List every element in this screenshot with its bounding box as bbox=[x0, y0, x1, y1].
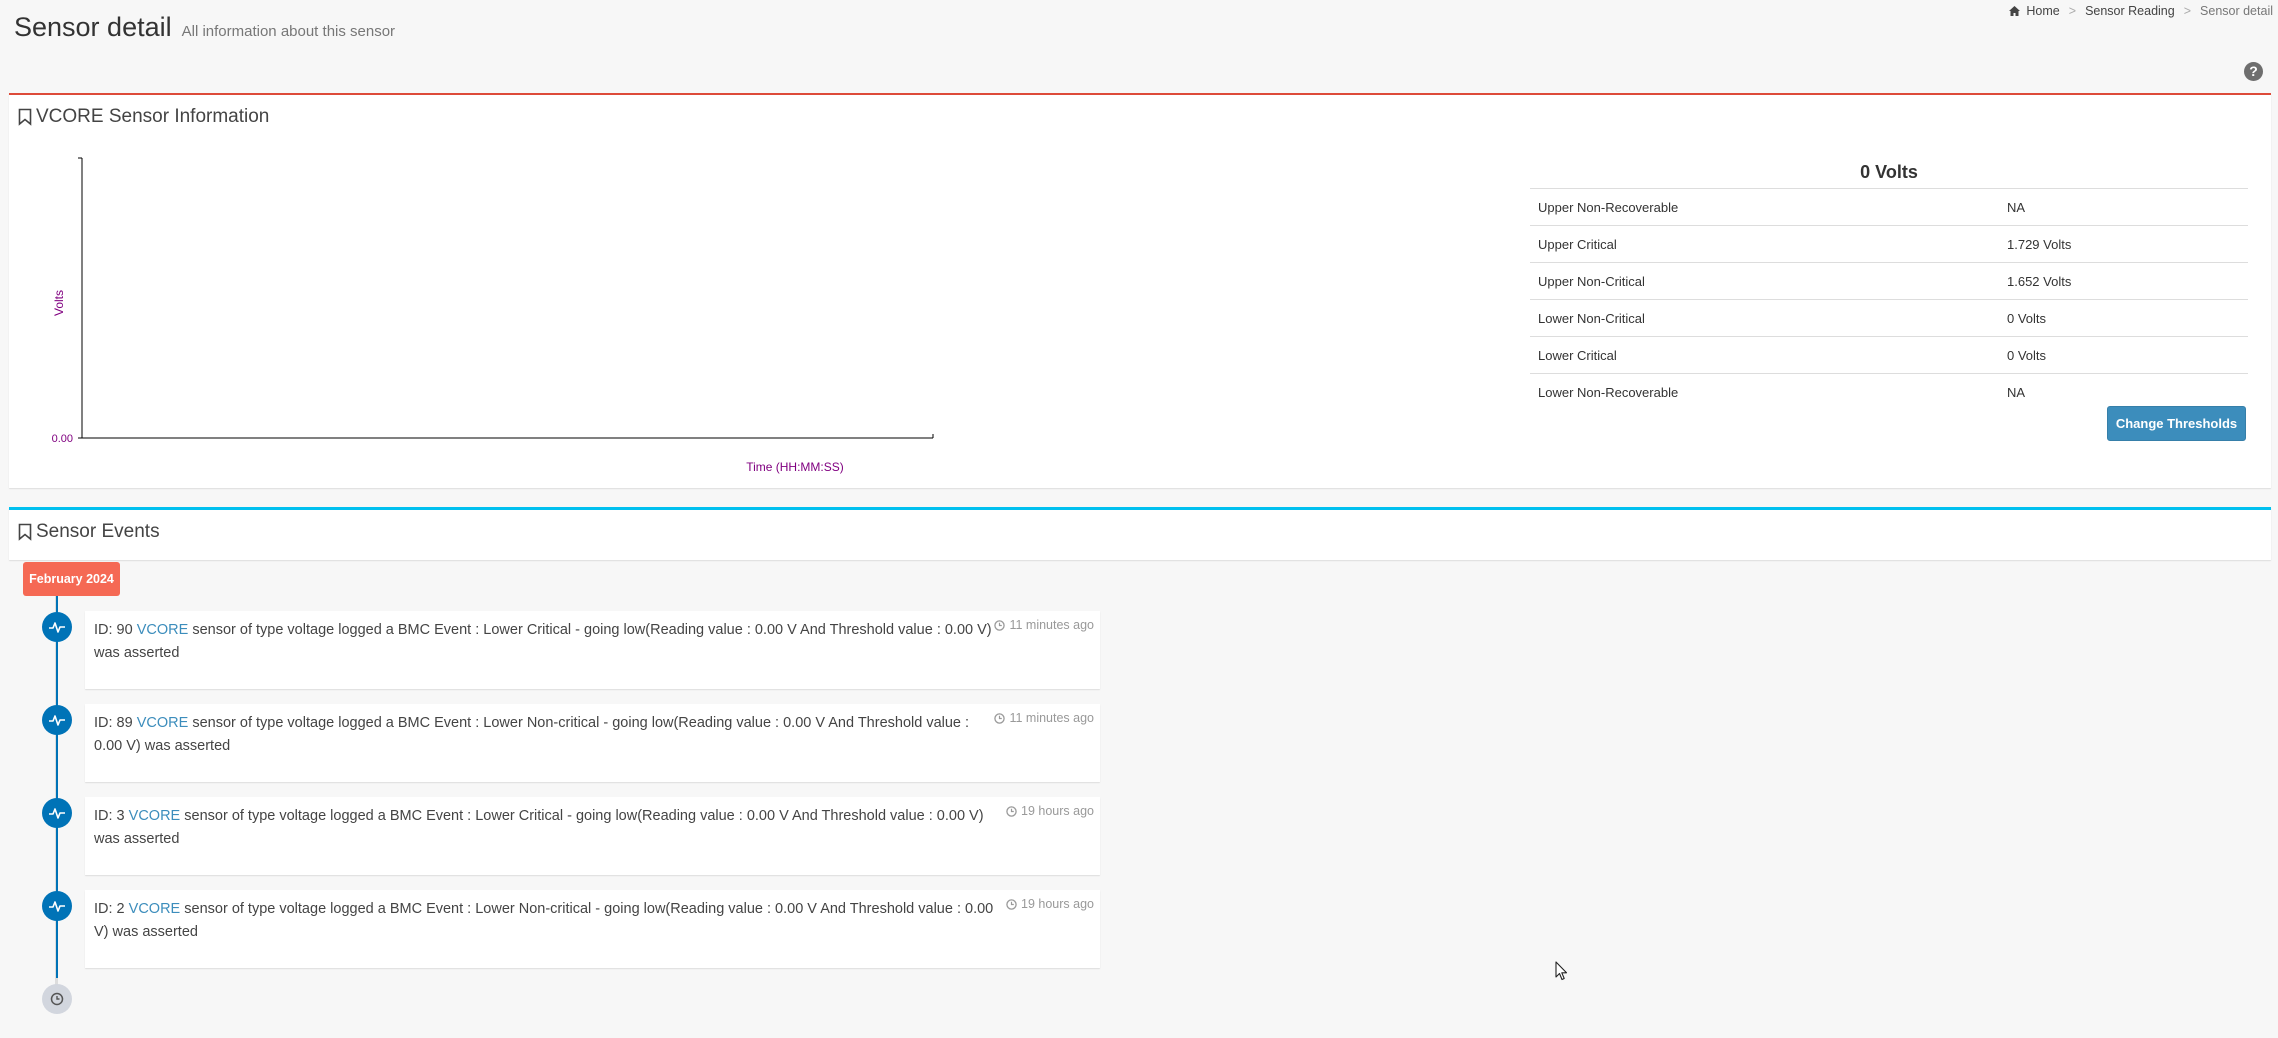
heartbeat-icon bbox=[42, 705, 72, 735]
threshold-row: Upper Non-Recoverable NA bbox=[1530, 189, 2248, 226]
timeline-event: ID: 2 VCORE sensor of type voltage logge… bbox=[85, 890, 1100, 968]
sensor-info-title: VCORE Sensor Information bbox=[36, 106, 270, 127]
breadcrumb-separator: > bbox=[2068, 4, 2077, 18]
threshold-value: 1.652 Volts bbox=[2007, 274, 2072, 289]
x-axis-label: Time (HH:MM:SS) bbox=[746, 460, 844, 474]
clock-icon bbox=[994, 619, 1006, 631]
event-message: ID: 2 VCORE sensor of type voltage logge… bbox=[94, 898, 999, 944]
timeline-end-clock-icon bbox=[42, 984, 72, 1014]
timeline-event: ID: 3 VCORE sensor of type voltage logge… bbox=[85, 797, 1100, 875]
event-id: ID: 2 bbox=[94, 901, 125, 917]
threshold-row: Lower Non-Critical 0 Volts bbox=[1530, 300, 2248, 337]
sensor-events-header: Sensor Events bbox=[18, 521, 160, 543]
change-thresholds-button[interactable]: Change Thresholds bbox=[2107, 406, 2246, 441]
event-id: ID: 3 bbox=[94, 808, 125, 824]
threshold-name: Lower Non-Recoverable bbox=[1538, 385, 1679, 400]
clock-icon bbox=[1006, 898, 1017, 910]
event-time-text: 19 hours ago bbox=[1021, 897, 1094, 911]
event-text: sensor of type voltage logged a BMC Even… bbox=[94, 808, 984, 847]
mouse-cursor-icon bbox=[1555, 961, 1568, 981]
help-icon[interactable]: ? bbox=[2244, 62, 2263, 81]
event-time: 11 minutes ago bbox=[994, 711, 1094, 725]
threshold-table: 0 Volts Upper Non-Recoverable NA Upper C… bbox=[1530, 154, 2248, 411]
timeline-event: ID: 90 VCORE sensor of type voltage logg… bbox=[85, 611, 1100, 689]
event-time-text: 19 hours ago bbox=[1021, 804, 1094, 818]
breadcrumb-sensor-reading[interactable]: Sensor Reading bbox=[2085, 4, 2175, 18]
event-sensor-link[interactable]: VCORE bbox=[129, 808, 181, 824]
timeline-event: ID: 89 VCORE sensor of type voltage logg… bbox=[85, 704, 1100, 782]
bookmark-icon bbox=[18, 523, 32, 541]
event-message: ID: 3 VCORE sensor of type voltage logge… bbox=[94, 805, 999, 851]
threshold-value: 1.729 Volts bbox=[2007, 237, 2072, 252]
clock-icon bbox=[994, 712, 1006, 724]
event-sensor-link[interactable]: VCORE bbox=[137, 715, 189, 731]
event-sensor-link[interactable]: VCORE bbox=[129, 901, 181, 917]
threshold-name: Upper Non-Critical bbox=[1538, 274, 1645, 289]
breadcrumb-separator: > bbox=[2183, 4, 2192, 18]
event-id: ID: 90 bbox=[94, 622, 133, 638]
event-time: 19 hours ago bbox=[1006, 897, 1094, 911]
sensor-info-box: VCORE Sensor Information 0.00 Volts Time… bbox=[9, 93, 2271, 488]
event-time: 11 minutes ago bbox=[994, 618, 1094, 632]
home-icon bbox=[2009, 6, 2021, 16]
y-tick-label: 0.00 bbox=[52, 433, 73, 445]
event-sensor-link[interactable]: VCORE bbox=[137, 622, 189, 638]
sensor-chart: 0.00 Volts Time (HH:MM:SS) bbox=[52, 157, 934, 474]
bookmark-icon bbox=[18, 108, 32, 126]
sensor-info-header: VCORE Sensor Information bbox=[18, 106, 269, 128]
page-header: Sensor detail All information about this… bbox=[14, 12, 395, 43]
breadcrumb: Home > Sensor Reading > Sensor detail bbox=[2009, 4, 2273, 18]
event-text: sensor of type voltage logged a BMC Even… bbox=[94, 901, 994, 940]
threshold-row: Upper Critical 1.729 Volts bbox=[1530, 226, 2248, 263]
y-axis-label: Volts bbox=[52, 290, 66, 316]
page-title: Sensor detail bbox=[14, 12, 172, 42]
threshold-row: Lower Critical 0 Volts bbox=[1530, 337, 2248, 374]
breadcrumb-current: Sensor detail bbox=[2200, 4, 2273, 18]
event-text: sensor of type voltage logged a BMC Even… bbox=[94, 715, 970, 754]
threshold-name: Lower Non-Critical bbox=[1538, 311, 1645, 326]
threshold-name: Upper Critical bbox=[1538, 237, 1617, 252]
event-time-text: 11 minutes ago bbox=[1009, 618, 1094, 632]
heartbeat-icon bbox=[42, 891, 72, 921]
sensor-events-box: Sensor Events bbox=[9, 507, 2271, 560]
heartbeat-icon bbox=[42, 612, 72, 642]
event-text: sensor of type voltage logged a BMC Even… bbox=[94, 622, 992, 661]
threshold-row: Upper Non-Critical 1.652 Volts bbox=[1530, 263, 2248, 300]
event-message: ID: 90 VCORE sensor of type voltage logg… bbox=[94, 619, 999, 665]
event-id: ID: 89 bbox=[94, 715, 133, 731]
current-reading: 0 Volts bbox=[1530, 154, 2248, 189]
threshold-value: 0 Volts bbox=[2007, 311, 2047, 326]
threshold-value: 0 Volts bbox=[2007, 348, 2047, 363]
sensor-events-title: Sensor Events bbox=[36, 521, 160, 542]
clock-icon bbox=[1006, 805, 1017, 817]
breadcrumb-home[interactable]: Home bbox=[2026, 4, 2059, 18]
event-time-text: 11 minutes ago bbox=[1009, 711, 1094, 725]
event-message: ID: 89 VCORE sensor of type voltage logg… bbox=[94, 712, 999, 758]
event-time: 19 hours ago bbox=[1006, 804, 1094, 818]
timeline-date-label: February 2024 bbox=[23, 562, 120, 596]
page-subtitle: All information about this sensor bbox=[181, 23, 396, 40]
threshold-name: Upper Non-Recoverable bbox=[1538, 200, 1679, 215]
heartbeat-icon bbox=[42, 798, 72, 828]
threshold-value: NA bbox=[2007, 200, 2026, 215]
threshold-name: Lower Critical bbox=[1538, 348, 1617, 363]
